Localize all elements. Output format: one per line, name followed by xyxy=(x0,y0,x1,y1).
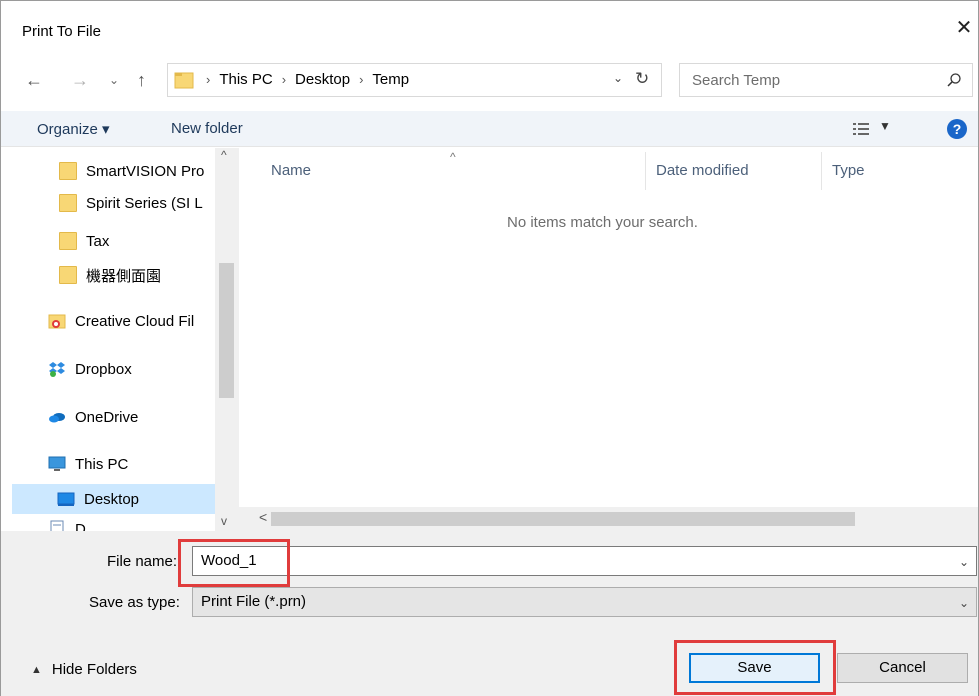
scrollbar-thumb[interactable] xyxy=(271,512,855,526)
empty-message: No items match your search. xyxy=(507,214,698,231)
nav-item-label: Spirit Series (SI L xyxy=(86,194,203,212)
toolbar: Organize ▾ New folder ▼ ? xyxy=(1,111,978,147)
nav-item-onedrive[interactable]: OneDrive xyxy=(48,402,138,432)
scroll-up-arrow-icon[interactable]: ^ xyxy=(221,148,227,162)
save-type-value: Print File (*.prn) xyxy=(201,593,307,610)
search-placeholder: Search Temp xyxy=(692,72,781,89)
nav-item-cjk-folder[interactable]: 機器側面園 xyxy=(59,260,161,290)
nav-item-this-pc[interactable]: This PC xyxy=(48,449,128,479)
nav-item-creative-cloud[interactable]: Creative Cloud Fil xyxy=(48,306,194,336)
file-name-input[interactable]: Wood_1 ⌄ xyxy=(192,546,977,576)
column-header-date-modified[interactable]: Date modified xyxy=(656,162,749,179)
address-bar[interactable]: › This PC › Desktop › Temp ⌄ ↻ xyxy=(167,63,662,97)
recent-locations-chevron-icon[interactable]: ⌄ xyxy=(109,69,119,91)
search-icon[interactable] xyxy=(946,72,962,88)
cancel-button[interactable]: Cancel xyxy=(837,653,968,683)
folder-icon xyxy=(59,266,77,284)
scroll-left-arrow-icon[interactable]: < xyxy=(259,509,267,525)
scroll-down-arrow-icon[interactable]: v xyxy=(221,514,227,528)
column-separator[interactable] xyxy=(645,152,646,190)
documents-icon xyxy=(50,520,64,531)
nav-item-dropbox[interactable]: Dropbox xyxy=(48,354,132,384)
file-list: ^ Name Date modified Type No items match… xyxy=(239,148,978,531)
nav-item-label: SmartVISION Pro xyxy=(86,162,205,180)
nav-vertical-scrollbar[interactable]: ^ v xyxy=(215,148,239,531)
column-separator[interactable] xyxy=(821,152,822,190)
sort-ascending-icon: ^ xyxy=(450,150,456,164)
breadcrumb-this-pc[interactable]: This PC xyxy=(219,71,272,88)
breadcrumb-temp[interactable]: Temp xyxy=(372,71,409,88)
hide-folders-toggle[interactable]: ▲ Hide Folders xyxy=(31,661,137,678)
folder-icon xyxy=(59,194,77,212)
organize-menu[interactable]: Organize ▾ xyxy=(37,120,110,138)
nav-item-spirit-series[interactable]: Spirit Series (SI L xyxy=(59,188,203,218)
nav-item-label: This PC xyxy=(75,455,129,473)
nav-item-desktop[interactable]: Desktop xyxy=(12,484,215,514)
dropbox-icon xyxy=(49,362,65,377)
save-type-label: Save as type: xyxy=(89,594,180,611)
column-header-type[interactable]: Type xyxy=(832,162,865,179)
column-header-name[interactable]: Name xyxy=(271,162,311,179)
breadcrumb-separator-icon: › xyxy=(206,72,211,87)
highlight-annotation xyxy=(178,539,290,587)
search-input[interactable]: Search Temp xyxy=(679,63,973,97)
nav-item-label: D xyxy=(75,520,86,532)
file-list-horizontal-scrollbar[interactable]: < xyxy=(239,507,978,531)
this-pc-icon xyxy=(48,456,66,471)
folder-icon xyxy=(174,72,194,89)
hide-folders-label: Hide Folders xyxy=(51,661,137,678)
refresh-icon[interactable]: ↻ xyxy=(635,69,649,89)
nav-item-label: Tax xyxy=(86,232,110,250)
file-name-label: File name: xyxy=(107,553,178,570)
close-icon[interactable]: ✕ xyxy=(953,17,975,39)
nav-item-label: Creative Cloud Fil xyxy=(75,312,195,330)
breadcrumb: › This PC › Desktop › Temp xyxy=(206,71,409,88)
breadcrumb-desktop[interactable]: Desktop xyxy=(295,71,350,88)
window-title: Print To File xyxy=(22,23,101,40)
navigation-pane: SmartVISION Pro Spirit Series (SI L Tax … xyxy=(2,148,239,531)
chevron-up-icon: ▲ xyxy=(31,663,42,676)
nav-item-label: 機器側面園 xyxy=(86,267,162,285)
breadcrumb-separator-icon: › xyxy=(281,72,287,87)
nav-item-documents[interactable]: D xyxy=(48,514,86,531)
desktop-icon xyxy=(57,492,75,506)
highlight-annotation xyxy=(674,640,836,695)
nav-item-smartvision[interactable]: SmartVISION Pro xyxy=(59,156,204,186)
save-type-dropdown-icon[interactable]: ⌄ xyxy=(959,596,969,610)
save-form: File name: Wood_1 ⌄ Save as type: Print … xyxy=(1,531,978,696)
breadcrumb-separator-icon: › xyxy=(359,72,364,87)
folder-icon xyxy=(59,162,77,180)
help-icon[interactable]: ? xyxy=(947,119,967,139)
title-bar: Print To File ✕ xyxy=(1,1,978,47)
view-dropdown-icon[interactable]: ▼ xyxy=(879,119,891,133)
new-folder-button[interactable]: New folder xyxy=(171,120,243,137)
scrollbar-thumb[interactable] xyxy=(219,263,234,398)
creative-cloud-icon xyxy=(48,314,66,329)
nav-item-tax[interactable]: Tax xyxy=(59,226,109,256)
nav-item-label: Desktop xyxy=(84,490,140,508)
file-name-dropdown-icon[interactable]: ⌄ xyxy=(959,555,969,569)
up-arrow-icon[interactable]: ↑ xyxy=(137,69,146,91)
view-options-icon[interactable] xyxy=(853,122,869,136)
print-to-file-dialog: Print To File ✕ ← → ⌄ ↑ › This PC › Desk… xyxy=(0,0,979,696)
save-type-select[interactable]: Print File (*.prn) ⌄ xyxy=(192,587,977,617)
forward-arrow-icon[interactable]: → xyxy=(71,69,89,91)
back-arrow-icon[interactable]: ← xyxy=(25,69,43,91)
onedrive-icon xyxy=(49,413,65,423)
nav-item-label: OneDrive xyxy=(75,408,139,426)
folder-icon xyxy=(59,232,77,250)
nav-item-label: Dropbox xyxy=(75,360,132,378)
address-dropdown-icon[interactable]: ⌄ xyxy=(613,71,623,85)
